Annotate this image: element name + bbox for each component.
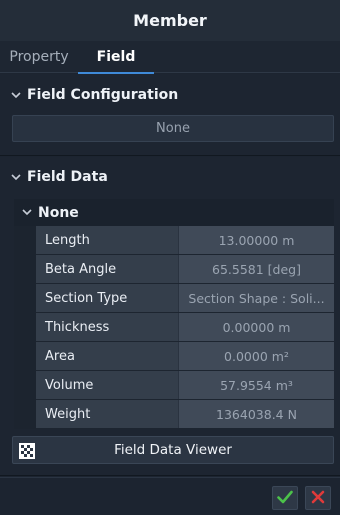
chevron-down-icon bbox=[16, 206, 38, 219]
property-table: Length 13.00000 m Beta Angle 65.5581 [de… bbox=[14, 226, 334, 429]
tab-field-label: Field bbox=[96, 49, 136, 65]
table-row: Thickness 0.00000 m bbox=[36, 313, 334, 342]
field-data-viewer-label: Field Data Viewer bbox=[114, 442, 232, 458]
field-configuration-select[interactable]: None bbox=[12, 115, 334, 142]
row-value: Section Shape : Soli... bbox=[178, 284, 334, 312]
table-row: Length 13.00000 m bbox=[36, 226, 334, 255]
row-value: 0.00000 m bbox=[178, 313, 334, 341]
row-label: Beta Angle bbox=[36, 255, 178, 283]
table-row: Volume 57.9554 m³ bbox=[36, 371, 334, 400]
field-configuration-header[interactable]: Field Configuration bbox=[0, 80, 340, 110]
ok-button[interactable] bbox=[272, 486, 298, 510]
checkmark-icon bbox=[277, 489, 293, 508]
checker-pattern-icon bbox=[19, 443, 35, 459]
tab-property[interactable]: Property bbox=[0, 41, 78, 73]
row-value: 1364038.4 N bbox=[178, 400, 334, 428]
window-title: Member bbox=[0, 0, 340, 41]
row-value: 0.0000 m² bbox=[178, 342, 334, 370]
field-configuration-title: Field Configuration bbox=[27, 87, 179, 103]
row-label: Weight bbox=[36, 400, 178, 428]
row-label: Volume bbox=[36, 371, 178, 399]
table-row: Beta Angle 65.5581 [deg] bbox=[36, 255, 334, 284]
row-label: Section Type bbox=[36, 284, 178, 312]
row-label: Thickness bbox=[36, 313, 178, 341]
field-data-group-title: None bbox=[38, 204, 79, 221]
table-row: Area 0.0000 m² bbox=[36, 342, 334, 371]
tab-bar: Property Field bbox=[0, 41, 340, 74]
chevron-down-icon bbox=[5, 171, 27, 184]
table-row: Weight 1364038.4 N bbox=[36, 400, 334, 429]
group-indent bbox=[14, 226, 36, 429]
row-value: 65.5581 [deg] bbox=[178, 255, 334, 283]
table-row: Section Type Section Shape : Soli... bbox=[36, 284, 334, 313]
field-data-header[interactable]: Field Data bbox=[0, 162, 340, 192]
row-label: Area bbox=[36, 342, 178, 370]
cancel-button[interactable] bbox=[305, 486, 331, 510]
dialog-footer bbox=[0, 477, 340, 515]
close-icon bbox=[311, 489, 325, 508]
row-label: Length bbox=[36, 226, 178, 254]
chevron-down-icon bbox=[5, 89, 27, 102]
field-data-title: Field Data bbox=[27, 169, 108, 185]
row-value: 57.9554 m³ bbox=[178, 371, 334, 399]
field-data-viewer-button[interactable]: Field Data Viewer bbox=[12, 436, 334, 464]
row-value: 13.00000 m bbox=[178, 226, 334, 254]
field-data-group-header[interactable]: None bbox=[14, 199, 334, 226]
tab-field[interactable]: Field bbox=[78, 41, 154, 74]
